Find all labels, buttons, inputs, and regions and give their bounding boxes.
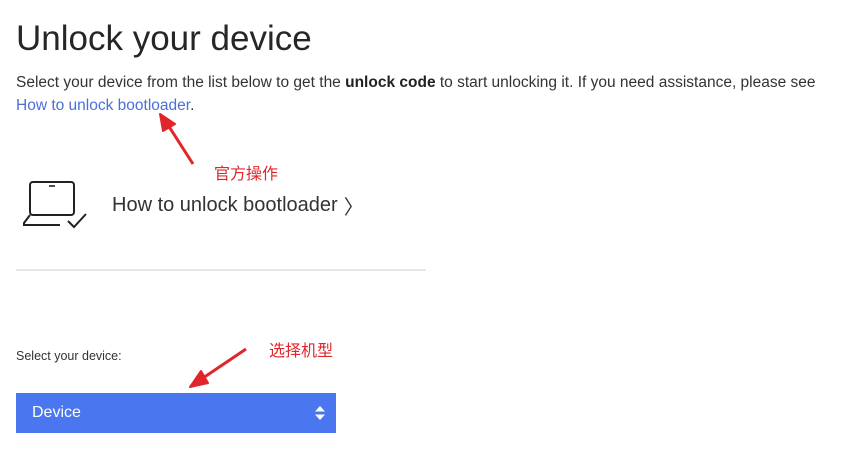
up-down-arrows-icon xyxy=(315,406,325,420)
annotation-arrow-official xyxy=(159,113,195,165)
annotation-select-model: 选择机型 xyxy=(269,341,334,360)
device-select-value: Device xyxy=(32,404,81,421)
intro-text: Select your device from the list below t… xyxy=(16,71,851,117)
intro-period: . xyxy=(190,97,195,114)
laptop-check-icon xyxy=(23,181,87,229)
annotation-official: 官方操作 xyxy=(214,164,279,183)
intro-text-before: Select your device from the list below t… xyxy=(16,74,346,91)
page-title: Unlock your device xyxy=(16,19,312,58)
divider xyxy=(16,269,426,271)
device-select[interactable]: Device xyxy=(16,393,336,433)
unlock-bootloader-link[interactable]: How to unlock bootloader xyxy=(16,97,190,114)
intro-text-after: to start unlocking it. If you need assis… xyxy=(435,74,816,91)
chevron-right-icon: 〉 xyxy=(343,196,364,219)
unlock-code-emphasis: unlock code xyxy=(345,74,436,91)
device-select-label: Select your device: xyxy=(16,349,122,363)
annotation-arrow-select-model xyxy=(189,347,247,388)
card-label: How to unlock bootloader xyxy=(112,193,338,216)
